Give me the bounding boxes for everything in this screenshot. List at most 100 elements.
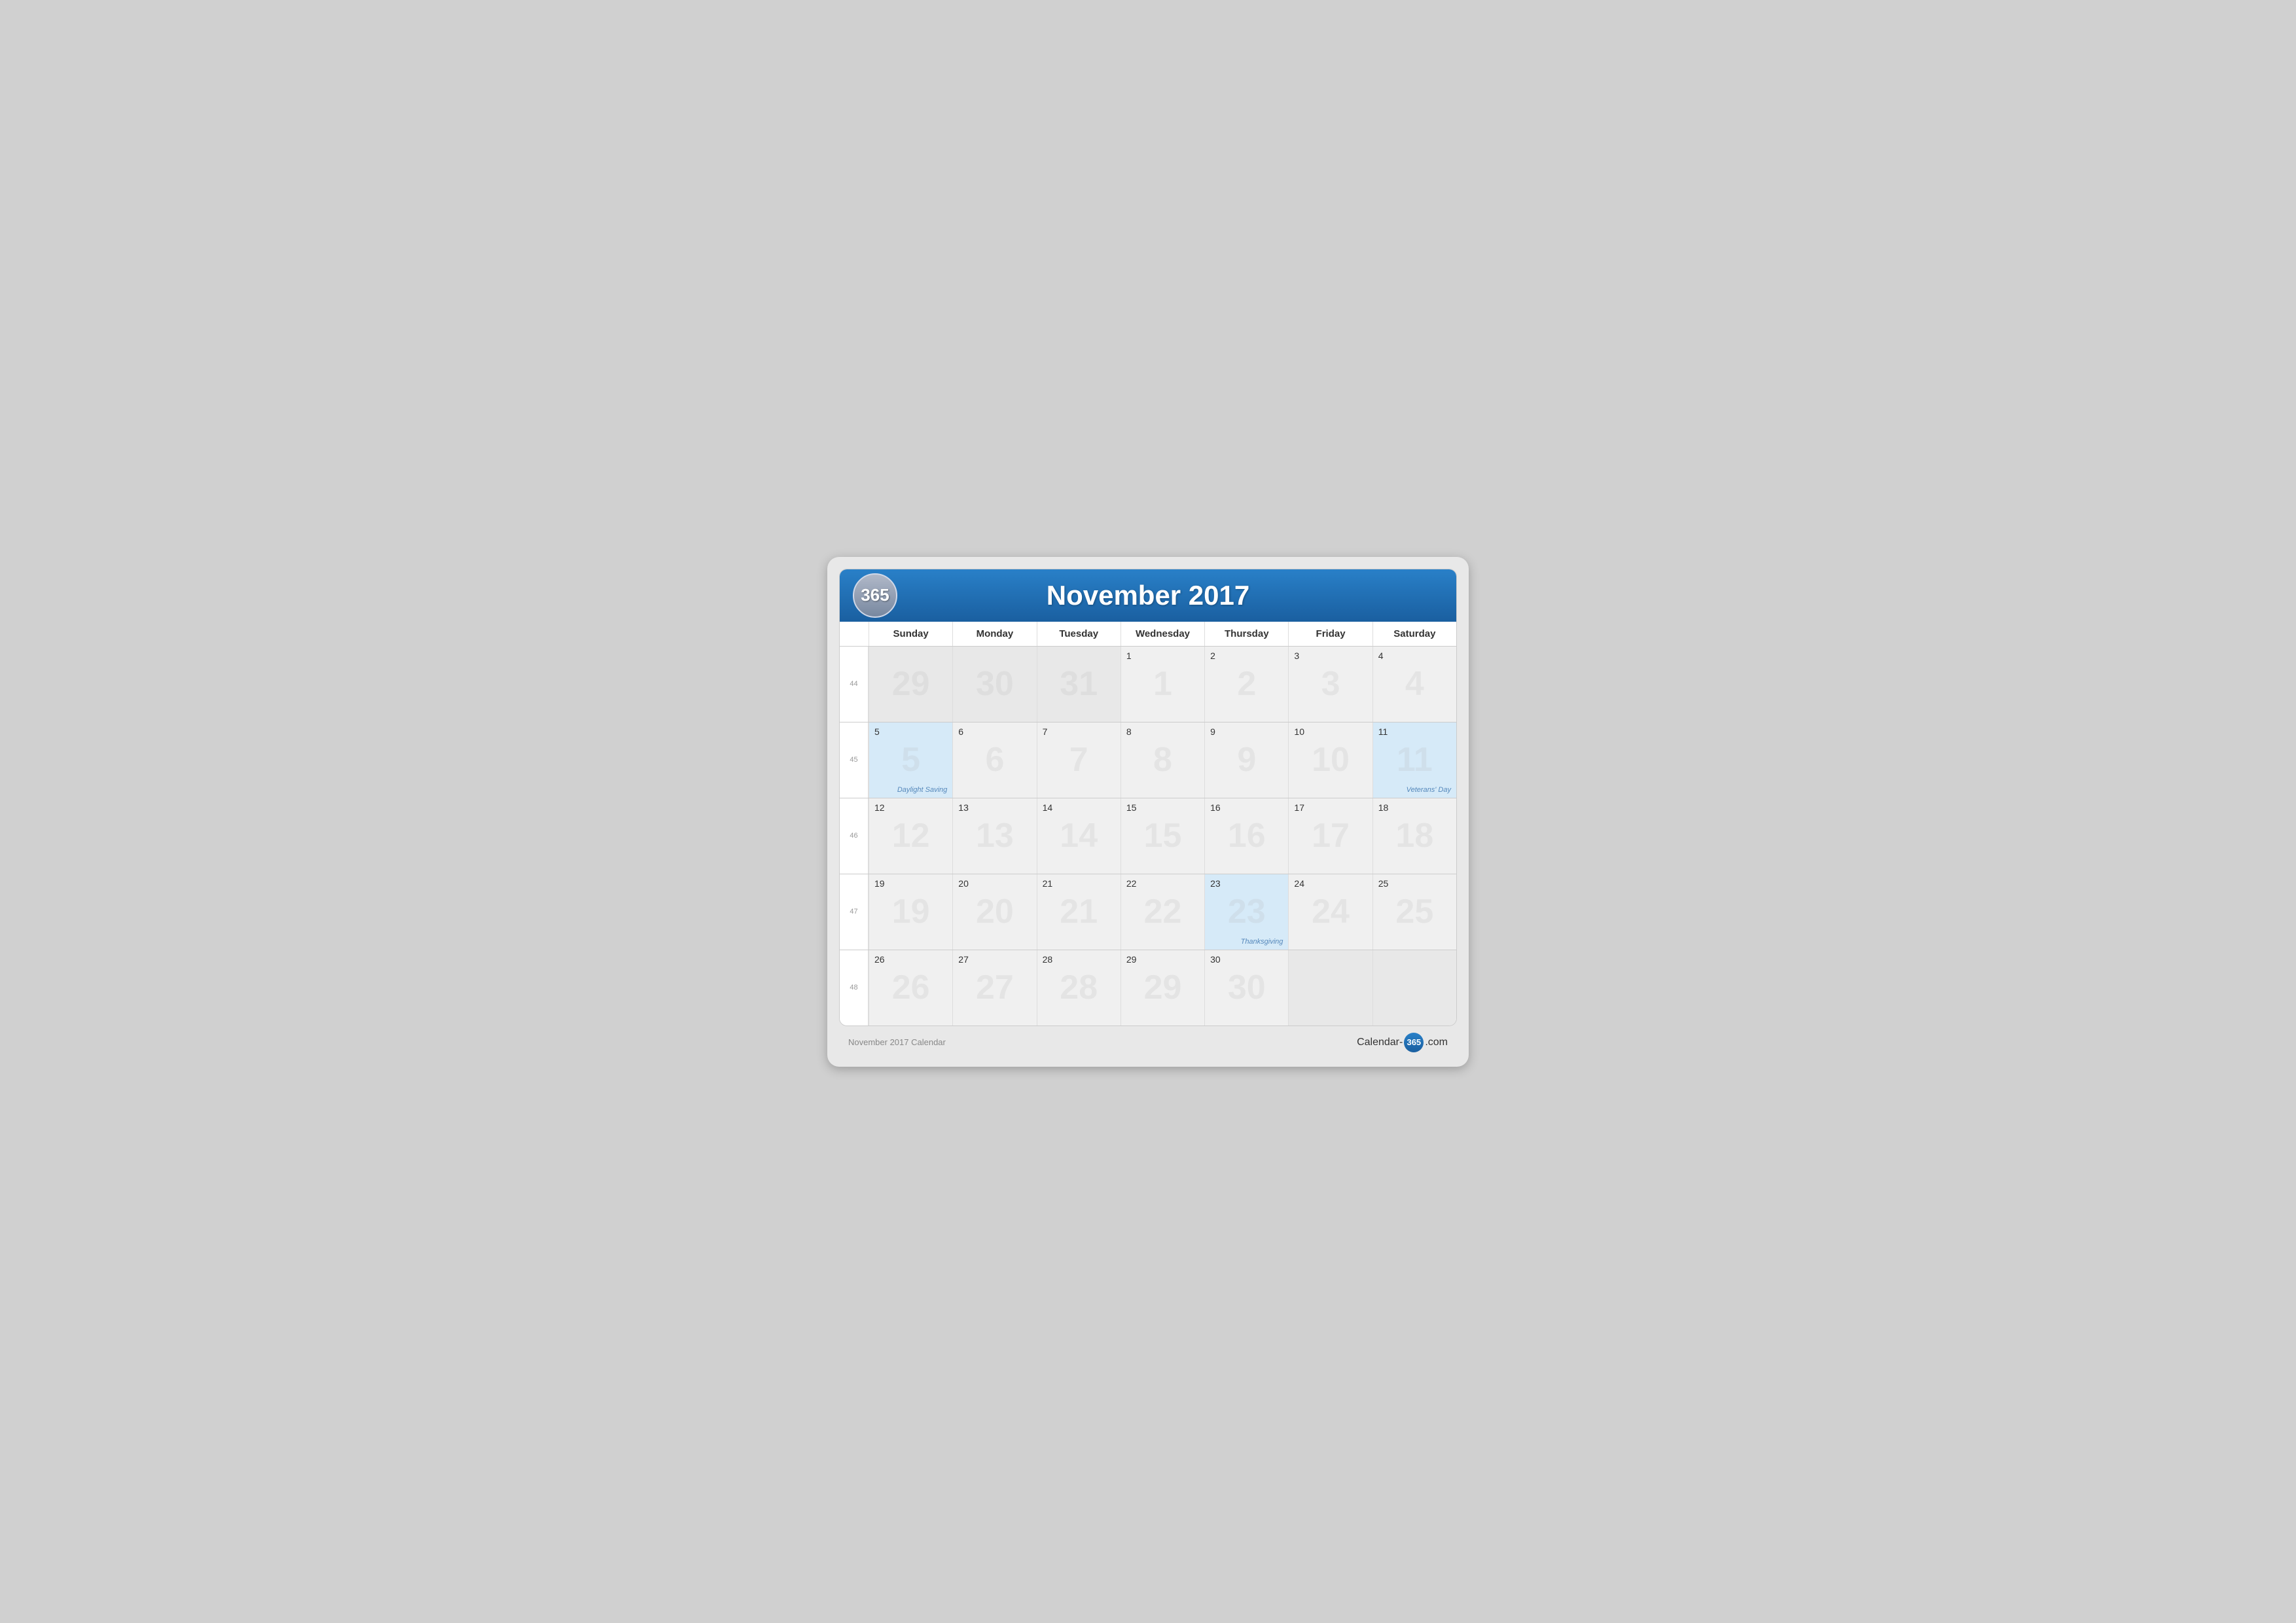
- header-title: November 2017: [897, 580, 1399, 611]
- calendar-cell[interactable]: 2525: [1372, 874, 1456, 950]
- footer-brand-prefix: Calendar-: [1357, 1037, 1403, 1048]
- calendar-row: 4826262727 28 28 29 29 3030: [840, 950, 1456, 1026]
- date-number: 26: [874, 954, 947, 965]
- watermark-day: 4: [1405, 667, 1424, 701]
- calendar-header: 365 November 2017: [840, 569, 1456, 622]
- footer-right: Calendar- 365 .com: [1357, 1033, 1448, 1052]
- footer: November 2017 Calendar Calendar- 365 .co…: [839, 1026, 1457, 1055]
- calendar-cell[interactable]: [1372, 950, 1456, 1026]
- date-number: 8: [1126, 726, 1199, 738]
- date-number: 5: [874, 726, 947, 738]
- calendar-cell[interactable]: 12 12: [869, 798, 952, 874]
- date-number: 11: [1378, 726, 1451, 738]
- calendar-cell[interactable]: 88: [1121, 722, 1204, 798]
- date-number: 14: [1043, 802, 1115, 813]
- date-number: 23: [1210, 878, 1283, 889]
- date-number: 3: [1294, 651, 1367, 662]
- calendar-cell[interactable]: 1111Veterans' Day: [1372, 722, 1456, 798]
- calendar-row: 461212131314141515161617171818: [840, 798, 1456, 874]
- day-header-saturday: Saturday: [1372, 622, 1456, 646]
- calendar-cell[interactable]: 1616: [1204, 798, 1288, 874]
- day-header-wednesday: Wednesday: [1121, 622, 1204, 646]
- calendar-cell[interactable]: 23 23 Thanksgiving: [1204, 874, 1288, 950]
- calendar-cell[interactable]: 31: [1037, 647, 1121, 722]
- calendar-cell[interactable]: 33: [1288, 647, 1372, 722]
- calendar-cell[interactable]: 66: [952, 722, 1036, 798]
- watermark-day: 13: [976, 819, 1014, 853]
- calendar-cell[interactable]: 99: [1204, 722, 1288, 798]
- calendar-cell[interactable]: 11: [1121, 647, 1204, 722]
- date-number: 28: [1043, 954, 1115, 965]
- calendar-cell[interactable]: 1919: [869, 874, 952, 950]
- calendar-cell[interactable]: 1818: [1372, 798, 1456, 874]
- watermark-day: 1: [1153, 667, 1172, 701]
- date-number: 7: [1043, 726, 1115, 738]
- calendar-cell[interactable]: 77: [1037, 722, 1121, 798]
- date-number: 17: [1294, 802, 1367, 813]
- watermark-day: 20: [976, 895, 1014, 929]
- calendar-cell[interactable]: 2626: [869, 950, 952, 1026]
- calendar-cell[interactable]: 1010: [1288, 722, 1372, 798]
- date-number: 2: [1210, 651, 1283, 662]
- watermark-day: 7: [1069, 743, 1088, 777]
- calendar-cell[interactable]: 29: [869, 647, 952, 722]
- watermark-day: 25: [1395, 895, 1433, 929]
- watermark-day: 28: [1060, 971, 1098, 1005]
- date-number: 12: [874, 802, 947, 813]
- calendar-body: 44293031112233444555Daylight Saving66778…: [840, 647, 1456, 1026]
- calendar-cell[interactable]: [1288, 950, 1372, 1026]
- calendar-cell[interactable]: 3030: [1204, 950, 1288, 1026]
- event-label: Daylight Saving: [874, 783, 947, 794]
- calendar-cell[interactable]: 1515: [1121, 798, 1204, 874]
- calendar-cell[interactable]: 2727: [952, 950, 1036, 1026]
- watermark-day: 18: [1395, 819, 1433, 853]
- date-number: 22: [1126, 878, 1199, 889]
- calendar-cell[interactable]: 22 22: [1121, 874, 1204, 950]
- watermark-day: 29: [1144, 971, 1182, 1005]
- day-header-friday: Friday: [1288, 622, 1372, 646]
- date-number: 20: [958, 878, 1031, 889]
- calendar-cell[interactable]: 30: [952, 647, 1036, 722]
- date-number: 6: [958, 726, 1031, 738]
- calendar-cell[interactable]: 2020: [952, 874, 1036, 950]
- event-label: Veterans' Day: [1378, 783, 1451, 794]
- date-number: 18: [1378, 802, 1451, 813]
- event-label: Thanksgiving: [1210, 935, 1283, 946]
- calendar-cell[interactable]: 22: [1204, 647, 1288, 722]
- calendar-row: 4555Daylight Saving6677889910101111Veter…: [840, 722, 1456, 798]
- week-number: 45: [840, 722, 869, 798]
- calendar-cell[interactable]: 1313: [952, 798, 1036, 874]
- calendar-cell[interactable]: 29 29: [1121, 950, 1204, 1026]
- calendar-cell[interactable]: 1717: [1288, 798, 1372, 874]
- date-number: 30: [1210, 954, 1283, 965]
- page-wrapper: 365 November 2017 SundayMondayTuesdayWed…: [827, 557, 1469, 1067]
- calendar-row: 4719192020212122222323Thanksgiving242425…: [840, 874, 1456, 950]
- calendar-cell[interactable]: 2121: [1037, 874, 1121, 950]
- date-number: 19: [874, 878, 947, 889]
- calendar-cell[interactable]: 2424: [1288, 874, 1372, 950]
- calendar-cell[interactable]: 28 28: [1037, 950, 1121, 1026]
- date-number: 15: [1126, 802, 1199, 813]
- watermark-day: 29: [892, 667, 930, 701]
- date-number: 1: [1126, 651, 1199, 662]
- watermark-day: 30: [976, 667, 1014, 701]
- calendar-container: 365 November 2017 SundayMondayTuesdayWed…: [839, 569, 1457, 1026]
- date-number: 29: [1126, 954, 1199, 965]
- date-number: 24: [1294, 878, 1367, 889]
- logo-circle: 365: [853, 573, 897, 618]
- date-number: 16: [1210, 802, 1283, 813]
- watermark-day: 22: [1144, 895, 1182, 929]
- calendar-cell[interactable]: 44: [1372, 647, 1456, 722]
- date-number: 9: [1210, 726, 1283, 738]
- watermark-day: 15: [1144, 819, 1182, 853]
- calendar-cell[interactable]: 55Daylight Saving: [869, 722, 952, 798]
- calendar-cell[interactable]: 1414: [1037, 798, 1121, 874]
- watermark-day: 12: [892, 819, 930, 853]
- watermark-day: 21: [1060, 895, 1098, 929]
- watermark-day: 23: [1228, 895, 1266, 929]
- day-header-monday: Monday: [952, 622, 1036, 646]
- watermark-day: 3: [1321, 667, 1340, 701]
- watermark-day: 10: [1312, 743, 1350, 777]
- date-number: 27: [958, 954, 1031, 965]
- week-number: 48: [840, 950, 869, 1026]
